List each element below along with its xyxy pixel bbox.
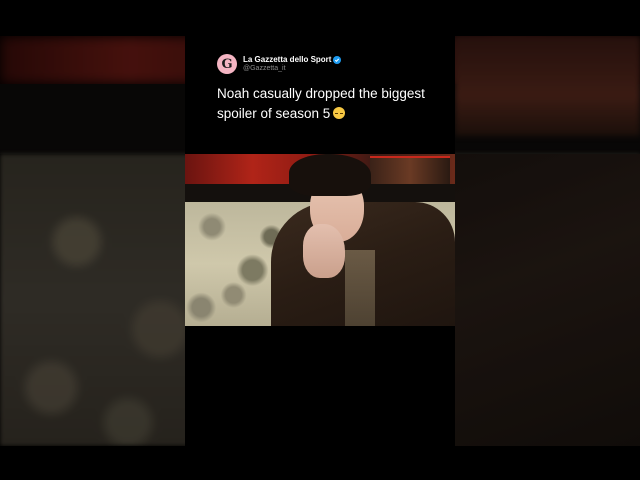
avatar[interactable]: G [217, 54, 237, 74]
name-row: La Gazzetta dello Sport [243, 55, 342, 64]
below-video-area [185, 326, 455, 446]
main-video-frame[interactable] [185, 154, 455, 326]
tweet-text: Noah casually dropped the biggest spoile… [217, 84, 447, 124]
tweet-header: G La Gazzetta dello Sport @Gazzetta_it [217, 54, 342, 74]
tweet-text-body: Noah casually dropped the biggest spoile… [217, 86, 425, 121]
laughing-emoji-icon [333, 107, 346, 119]
verified-badge-icon [333, 55, 342, 64]
right-dim-overlay [455, 36, 640, 446]
short-video-screen: G La Gazzetta dello Sport @Gazzetta_it N… [0, 0, 640, 480]
handle[interactable]: @Gazzetta_it [243, 65, 341, 73]
left-dim-overlay [0, 36, 185, 446]
tweet-card: G La Gazzetta dello Sport @Gazzetta_it N… [185, 36, 455, 154]
video-person-hair [289, 154, 371, 196]
display-name[interactable]: La Gazzetta dello Sport [243, 55, 331, 64]
video-person-shirt [345, 250, 375, 326]
tweet-names: La Gazzetta dello Sport @Gazzetta_it [243, 55, 342, 73]
video-person-hand [303, 224, 345, 278]
